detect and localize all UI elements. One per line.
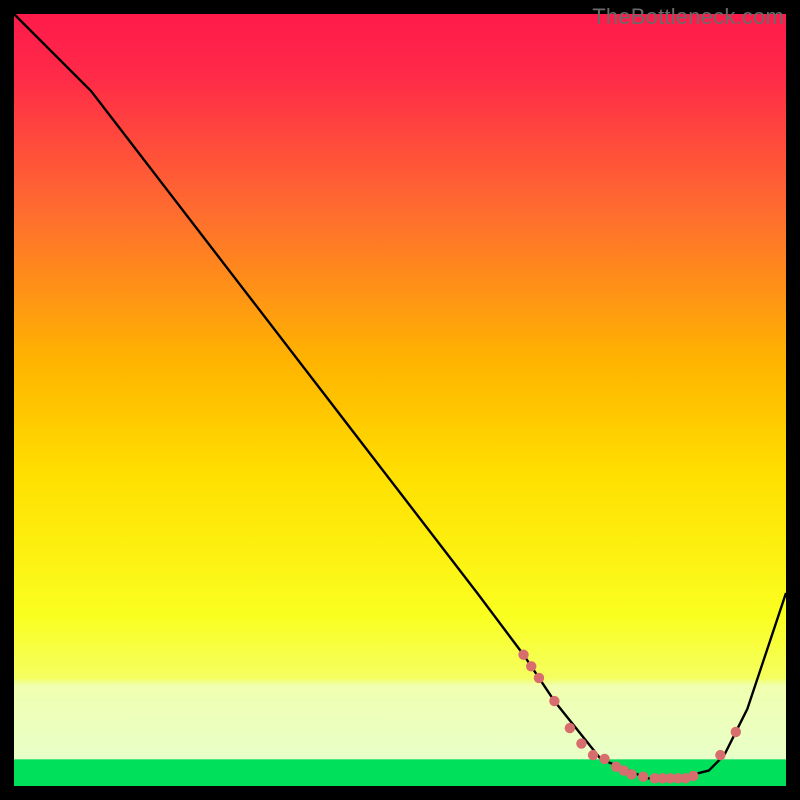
marker-dot (688, 771, 698, 781)
marker-dot (588, 750, 598, 760)
marker-dot (518, 650, 528, 660)
marker-dot (626, 769, 636, 779)
chart-svg (14, 14, 786, 786)
marker-dot (731, 727, 741, 737)
marker-dot (715, 750, 725, 760)
gradient-background (14, 14, 786, 786)
marker-dot (526, 661, 536, 671)
marker-dot (638, 772, 648, 782)
marker-dot (576, 738, 586, 748)
chart-container (14, 14, 786, 786)
marker-dot (565, 723, 575, 733)
marker-dot (534, 673, 544, 683)
marker-dot (599, 754, 609, 764)
watermark-text: TheBottleneck.com (592, 4, 784, 30)
marker-dot (549, 696, 559, 706)
